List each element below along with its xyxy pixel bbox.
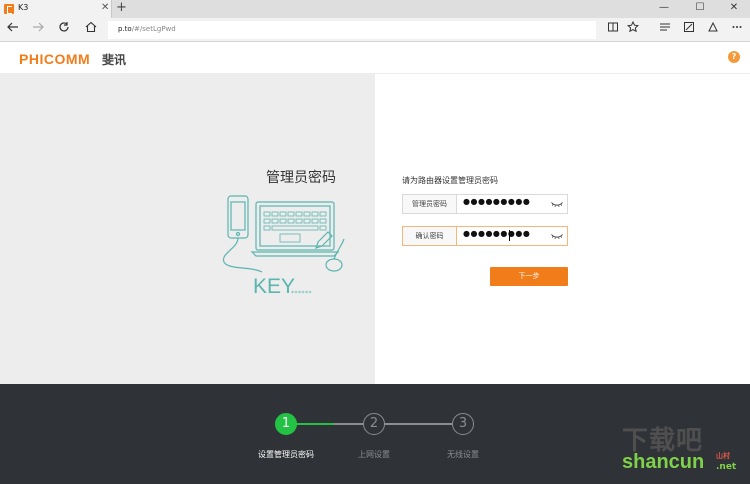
home-icon[interactable] (82, 21, 100, 39)
new-tab-button[interactable]: + (116, 0, 127, 15)
phicomm-logo: PHICOMM (19, 51, 91, 67)
tab-title: K3 (18, 3, 29, 12)
address-text: p.to/#/setLgPwd (118, 25, 176, 33)
step-3-label: 无线设置 (447, 450, 479, 459)
admin-password-field[interactable]: 管理员密码 ●●●●●●●●● (402, 194, 568, 214)
page-title: 管理员密码 (266, 170, 336, 186)
back-icon[interactable] (4, 21, 22, 39)
minimize-button[interactable]: — (650, 2, 678, 13)
app-header: PHICOMM 斐讯 ? (0, 42, 750, 74)
share-icon[interactable] (704, 21, 722, 39)
admin-password-label: 管理员密码 (403, 195, 457, 213)
step-2-circle: 2 (363, 413, 385, 435)
favicon-icon (4, 4, 14, 14)
step-2-label: 上网设置 (358, 450, 390, 459)
eye-closed-icon[interactable] (551, 233, 563, 240)
browser-tab[interactable]: K3 ✕ (0, 0, 112, 18)
phicomm-logo-cn: 斐讯 (102, 53, 127, 67)
close-window-button[interactable]: ✕ (720, 2, 748, 13)
reading-view-icon[interactable] (604, 21, 622, 39)
step-1-circle: 1 (275, 413, 297, 435)
tab-close-icon[interactable]: ✕ (101, 2, 109, 13)
watermark-shancun: shancun (622, 451, 705, 473)
key-label: KEY (253, 275, 296, 298)
step-connector-2 (384, 423, 454, 425)
confirm-password-value: ●●●●●●●●● (463, 229, 531, 238)
password-prompt: 请为路由器设置管理员密码 (402, 176, 498, 185)
admin-password-value: ●●●●●●●●● (463, 197, 531, 206)
hub-icon[interactable] (656, 21, 674, 39)
key-stars: ****** (291, 290, 312, 297)
help-icon[interactable]: ? (728, 51, 740, 63)
maximize-button[interactable]: ☐ (686, 2, 714, 13)
more-icon[interactable] (728, 21, 746, 39)
browser-tab-bar: K3 ✕ + — ☐ ✕ (0, 0, 750, 18)
forward-icon[interactable] (29, 21, 47, 39)
next-step-button[interactable]: 下一步 (490, 267, 568, 286)
favorite-star-icon[interactable] (624, 20, 642, 39)
watermark-shancun-cn: 山村 (716, 452, 730, 460)
eye-closed-icon[interactable] (551, 201, 563, 208)
refresh-icon[interactable] (55, 21, 73, 39)
web-note-icon[interactable] (680, 21, 698, 39)
confirm-password-field[interactable]: 确认密码 ●●●●●●●●● (402, 226, 568, 246)
text-caret (509, 230, 510, 241)
step-1-label: 设置管理员密码 (258, 450, 314, 459)
watermark-net: .net (716, 462, 737, 472)
confirm-password-label: 确认密码 (403, 227, 457, 245)
address-bar[interactable]: p.to/#/setLgPwd (108, 21, 596, 39)
step-3-circle: 3 (452, 413, 474, 435)
browser-nav-bar: p.to/#/setLgPwd (0, 18, 750, 42)
step-connector-1 (296, 423, 366, 425)
